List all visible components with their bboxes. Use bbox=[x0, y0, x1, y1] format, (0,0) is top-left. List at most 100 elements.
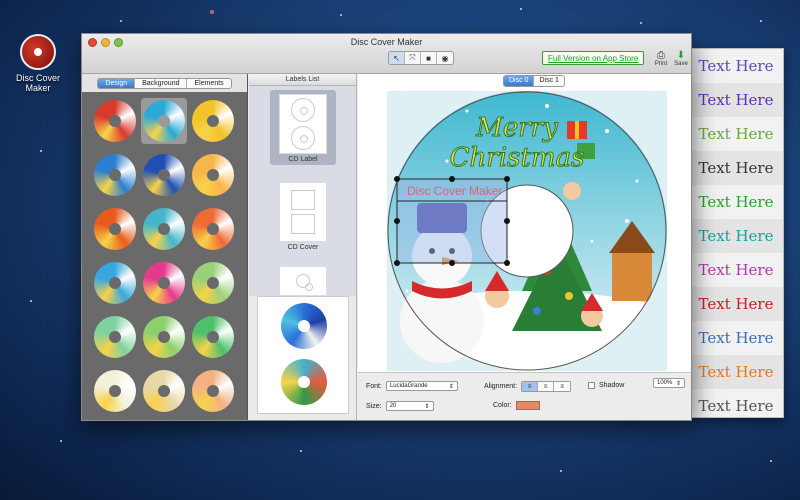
text-style-item[interactable]: Text Here bbox=[689, 151, 783, 185]
format-bar: Font: LucidaGrande ⇕ Size: 20 ⇕ Alignmen… bbox=[358, 372, 691, 420]
pointer-tool-icon[interactable]: ↖ bbox=[389, 52, 405, 64]
tab-background[interactable]: Background bbox=[135, 78, 188, 88]
shadow-checkbox[interactable] bbox=[588, 382, 595, 389]
disc-design-preview bbox=[143, 154, 185, 196]
design-thumbnail[interactable] bbox=[92, 98, 138, 144]
design-panel: Design Background Elements bbox=[82, 74, 248, 420]
save-label: Save bbox=[674, 61, 688, 67]
text-style-item[interactable]: Text Here bbox=[689, 185, 783, 219]
label-item-cd-label[interactable]: CD Label bbox=[270, 90, 336, 165]
text-style-item[interactable]: Text Here bbox=[689, 287, 783, 321]
zoom-dropdown[interactable]: 100% ⇕ bbox=[653, 378, 685, 388]
size-dropdown[interactable]: 20 ⇕ bbox=[385, 401, 434, 411]
size-value: 20 bbox=[389, 403, 397, 409]
design-thumbnail[interactable] bbox=[141, 260, 187, 306]
dropdown-arrows-icon: ⇕ bbox=[424, 403, 430, 410]
tab-design[interactable]: Design bbox=[98, 78, 136, 88]
design-thumbnail[interactable] bbox=[190, 260, 236, 306]
save-button[interactable]: ⬇ Save bbox=[670, 50, 691, 67]
label-caption: CD Cover bbox=[287, 244, 319, 251]
design-thumbnail[interactable] bbox=[190, 314, 236, 360]
dropdown-arrows-icon: ⇕ bbox=[675, 380, 681, 387]
text-box-content[interactable]: Disc Cover Maker bbox=[407, 184, 502, 198]
align-center-icon[interactable]: ≡ bbox=[538, 382, 555, 391]
main-window: Disc Cover Maker ↖ ⤧ ■ ◉ Full Version on… bbox=[81, 33, 692, 421]
labels-list-header: Labels List bbox=[249, 74, 356, 86]
design-thumbnail[interactable] bbox=[141, 152, 187, 198]
print-button[interactable]: ⎙ Print bbox=[650, 50, 672, 67]
design-tabs: Design Background Elements bbox=[97, 77, 232, 89]
color-label: Color: bbox=[493, 402, 512, 409]
design-thumbnail[interactable] bbox=[141, 206, 187, 252]
font-dropdown[interactable]: LucidaGrande ⇕ bbox=[385, 381, 458, 391]
design-thumbnail[interactable] bbox=[190, 152, 236, 198]
labels-list: CD Label CD Cover bbox=[249, 86, 356, 296]
label-caption: CD Label bbox=[288, 156, 318, 163]
disc-ring-shape bbox=[296, 274, 313, 291]
design-thumbnail[interactable] bbox=[141, 314, 187, 360]
disc-design-preview bbox=[192, 154, 234, 196]
disc-1-preview[interactable] bbox=[281, 359, 327, 405]
design-thumbnail[interactable] bbox=[92, 368, 138, 414]
label-item-more[interactable] bbox=[270, 262, 336, 296]
design-thumbnail[interactable] bbox=[190, 368, 236, 414]
disc-design-preview bbox=[94, 100, 136, 142]
greeting-line-2[interactable]: Christmas bbox=[449, 143, 585, 174]
disc-design-preview bbox=[94, 208, 136, 250]
zoom-value: 100% bbox=[657, 380, 673, 386]
design-thumbnail[interactable] bbox=[141, 368, 187, 414]
disc-design-preview bbox=[94, 262, 136, 304]
alignment-buttons: ≡ ≡ ≡ bbox=[521, 381, 572, 392]
design-thumbnail[interactable] bbox=[92, 206, 138, 252]
ellipse-tool-icon[interactable]: ◉ bbox=[437, 52, 453, 64]
alignment-control: Alignment: ≡ ≡ ≡ bbox=[484, 381, 572, 392]
design-thumbnail[interactable] bbox=[190, 206, 236, 252]
title-bar: Disc Cover Maker ↖ ⤧ ■ ◉ Full Version on… bbox=[82, 34, 691, 74]
text-style-item[interactable]: Text Here bbox=[689, 49, 783, 83]
disc-design-preview bbox=[192, 262, 234, 304]
cd-label-preview bbox=[279, 94, 327, 154]
shadow-control: Shadow bbox=[588, 382, 624, 389]
font-label: Font: bbox=[366, 382, 382, 390]
village-houses bbox=[612, 251, 652, 301]
text-style-item[interactable]: Text Here bbox=[689, 253, 783, 287]
text-style-item[interactable]: Text Here bbox=[689, 355, 783, 389]
cover-square-shape bbox=[291, 214, 315, 234]
design-thumbnail[interactable] bbox=[141, 98, 187, 144]
download-arrow-icon: ⬇ bbox=[676, 50, 686, 61]
labels-list-panel: Labels List CD Label CD Cover bbox=[249, 74, 357, 420]
window-title: Disc Cover Maker bbox=[350, 37, 423, 47]
tab-disc-1[interactable]: Disc 1 bbox=[534, 76, 563, 86]
disc-cover-maker-icon bbox=[20, 34, 56, 70]
tool-selector: ↖ ⤧ ■ ◉ bbox=[388, 51, 454, 65]
align-left-icon[interactable]: ≡ bbox=[522, 382, 539, 391]
color-swatch[interactable] bbox=[515, 401, 540, 410]
tab-elements[interactable]: Elements bbox=[187, 79, 230, 88]
text-style-item[interactable]: Text Here bbox=[689, 117, 783, 151]
greeting-line-1[interactable]: Merry bbox=[475, 113, 559, 144]
text-style-item[interactable]: Text Here bbox=[689, 83, 783, 117]
disc-design-preview bbox=[143, 370, 185, 412]
design-thumbnail[interactable] bbox=[92, 260, 138, 306]
text-style-item[interactable]: Text Here bbox=[689, 321, 783, 355]
design-thumbnail[interactable] bbox=[92, 152, 138, 198]
design-thumbnail[interactable] bbox=[92, 314, 138, 360]
disc-preview-box bbox=[257, 296, 349, 414]
angel-figure bbox=[563, 182, 581, 200]
design-panel-header: Design Background Elements bbox=[82, 74, 247, 92]
design-thumbnail[interactable] bbox=[190, 98, 236, 144]
text-style-item[interactable]: Text Here bbox=[689, 389, 783, 417]
desktop-app-icon[interactable]: Disc Cover Maker bbox=[12, 34, 64, 93]
rectangle-tool-icon[interactable]: ■ bbox=[421, 52, 437, 64]
disc-design-canvas[interactable]: Merry Christmas Disc Cover Maker bbox=[387, 91, 667, 371]
disc-design-preview bbox=[192, 100, 234, 142]
disc-design-preview bbox=[94, 154, 136, 196]
label-item-cd-cover[interactable]: CD Cover bbox=[270, 178, 336, 251]
text-style-item[interactable]: Text Here bbox=[689, 219, 783, 253]
disc-0-preview[interactable] bbox=[281, 303, 327, 349]
transform-tool-icon[interactable]: ⤧ bbox=[405, 52, 421, 64]
full-version-link[interactable]: Full Version on App Store bbox=[542, 51, 645, 65]
align-right-icon[interactable]: ≡ bbox=[554, 382, 571, 391]
tab-disc-0[interactable]: Disc 0 bbox=[504, 76, 535, 86]
font-control: Font: LucidaGrande ⇕ bbox=[366, 381, 458, 391]
